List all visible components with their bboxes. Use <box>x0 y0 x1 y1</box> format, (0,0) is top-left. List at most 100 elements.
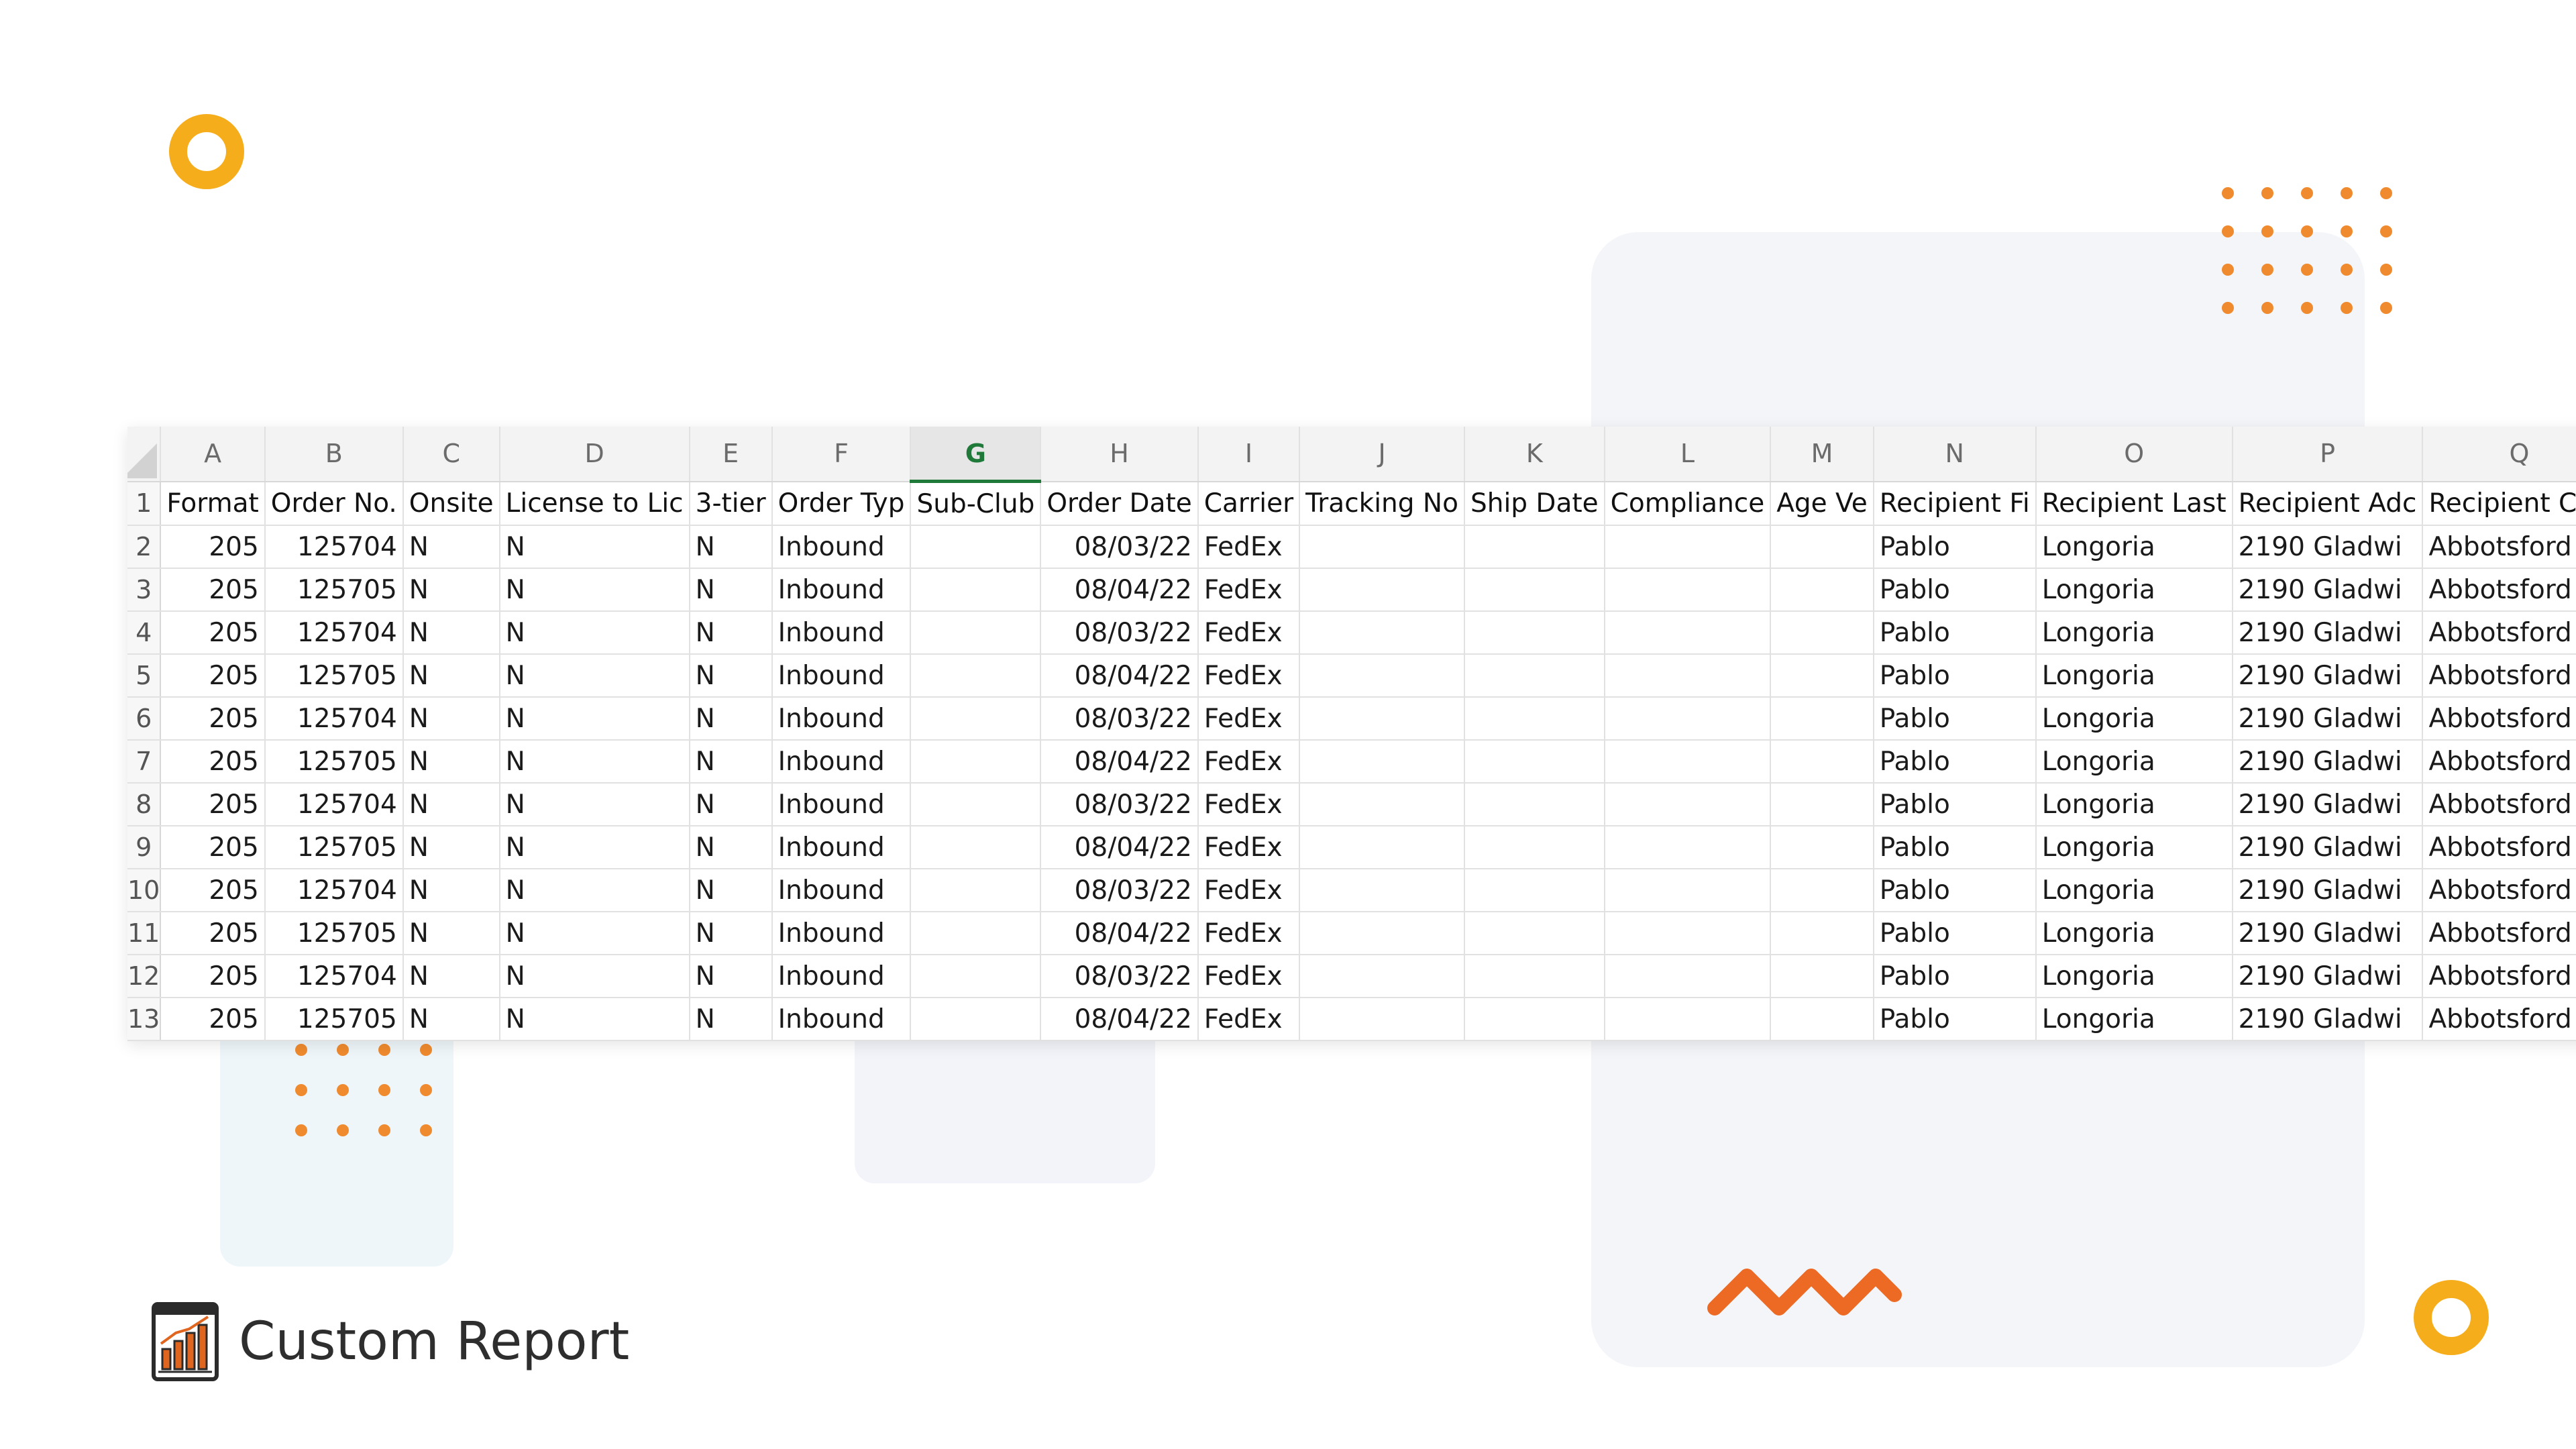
cell-a[interactable]: 205 <box>160 611 266 655</box>
cell-o[interactable]: Longoria <box>2035 783 2233 826</box>
cell-k[interactable] <box>1464 697 1605 741</box>
cell-c[interactable]: N <box>402 697 500 741</box>
cell-d[interactable]: N <box>499 955 690 998</box>
header-cell-f[interactable]: Order Typ <box>771 481 912 526</box>
cell-i[interactable]: FedEx <box>1197 568 1301 612</box>
column-header-a[interactable]: A <box>160 427 266 482</box>
column-header-m[interactable]: M <box>1770 427 1874 482</box>
cell-k[interactable] <box>1464 912 1605 955</box>
cell-n[interactable]: Pablo <box>1873 654 2037 698</box>
cell-h[interactable]: 08/03/22 <box>1040 783 1199 826</box>
cell-a[interactable]: 205 <box>160 654 266 698</box>
column-header-d[interactable]: D <box>499 427 690 482</box>
cell-o[interactable]: Longoria <box>2035 568 2233 612</box>
cell-e[interactable]: N <box>689 654 773 698</box>
cell-i[interactable]: FedEx <box>1197 869 1301 912</box>
cell-l[interactable] <box>1604 611 1772 655</box>
cell-e[interactable]: N <box>689 912 773 955</box>
cell-e[interactable]: N <box>689 525 773 569</box>
cell-a[interactable]: 205 <box>160 740 266 784</box>
row-number[interactable]: 5 <box>127 654 162 698</box>
cell-a[interactable]: 205 <box>160 525 266 569</box>
cell-o[interactable]: Longoria <box>2035 955 2233 998</box>
cell-q[interactable]: Abbotsford <box>2422 568 2576 612</box>
cell-l[interactable] <box>1604 525 1772 569</box>
cell-b[interactable]: 125705 <box>264 568 404 612</box>
cell-i[interactable]: FedEx <box>1197 826 1301 869</box>
cell-d[interactable]: N <box>499 654 690 698</box>
cell-h[interactable]: 08/04/22 <box>1040 998 1199 1041</box>
cell-g[interactable] <box>910 697 1042 741</box>
cell-l[interactable] <box>1604 783 1772 826</box>
cell-n[interactable]: Pablo <box>1873 869 2037 912</box>
cell-l[interactable] <box>1604 869 1772 912</box>
cell-b[interactable]: 125705 <box>264 826 404 869</box>
row-number[interactable]: 4 <box>127 611 162 655</box>
cell-o[interactable]: Longoria <box>2035 826 2233 869</box>
header-cell-h[interactable]: Order Date <box>1040 481 1199 526</box>
cell-q[interactable]: Abbotsford <box>2422 826 2576 869</box>
cell-p[interactable]: 2190 Gladwi <box>2232 740 2424 784</box>
cell-i[interactable]: FedEx <box>1197 525 1301 569</box>
cell-f[interactable]: Inbound <box>771 568 912 612</box>
cell-n[interactable]: Pablo <box>1873 697 2037 741</box>
cell-d[interactable]: N <box>499 611 690 655</box>
cell-c[interactable]: N <box>402 740 500 784</box>
cell-i[interactable]: FedEx <box>1197 740 1301 784</box>
header-cell-a[interactable]: Format <box>160 481 266 526</box>
cell-b[interactable]: 125704 <box>264 955 404 998</box>
cell-j[interactable] <box>1299 869 1465 912</box>
cell-j[interactable] <box>1299 654 1465 698</box>
cell-p[interactable]: 2190 Gladwi <box>2232 568 2424 612</box>
cell-e[interactable]: N <box>689 568 773 612</box>
cell-l[interactable] <box>1604 912 1772 955</box>
cell-q[interactable]: Abbotsford <box>2422 955 2576 998</box>
cell-p[interactable]: 2190 Gladwi <box>2232 611 2424 655</box>
cell-i[interactable]: FedEx <box>1197 697 1301 741</box>
cell-f[interactable]: Inbound <box>771 869 912 912</box>
cell-p[interactable]: 2190 Gladwi <box>2232 697 2424 741</box>
cell-p[interactable]: 2190 Gladwi <box>2232 869 2424 912</box>
cell-p[interactable]: 2190 Gladwi <box>2232 955 2424 998</box>
cell-q[interactable]: Abbotsford <box>2422 611 2576 655</box>
cell-c[interactable]: N <box>402 783 500 826</box>
cell-b[interactable]: 125704 <box>264 697 404 741</box>
cell-n[interactable]: Pablo <box>1873 568 2037 612</box>
cell-a[interactable]: 205 <box>160 998 266 1041</box>
cell-e[interactable]: N <box>689 955 773 998</box>
cell-h[interactable]: 08/04/22 <box>1040 568 1199 612</box>
cell-i[interactable]: FedEx <box>1197 654 1301 698</box>
cell-j[interactable] <box>1299 826 1465 869</box>
cell-j[interactable] <box>1299 525 1465 569</box>
column-header-c[interactable]: C <box>402 427 500 482</box>
cell-o[interactable]: Longoria <box>2035 998 2233 1041</box>
cell-c[interactable]: N <box>402 912 500 955</box>
header-cell-q[interactable]: Recipient City <box>2422 481 2576 526</box>
cell-f[interactable]: Inbound <box>771 998 912 1041</box>
cell-c[interactable]: N <box>402 998 500 1041</box>
cell-b[interactable]: 125704 <box>264 783 404 826</box>
cell-d[interactable]: N <box>499 697 690 741</box>
cell-f[interactable]: Inbound <box>771 912 912 955</box>
cell-c[interactable]: N <box>402 611 500 655</box>
cell-f[interactable]: Inbound <box>771 740 912 784</box>
cell-f[interactable]: Inbound <box>771 783 912 826</box>
cell-e[interactable]: N <box>689 697 773 741</box>
cell-h[interactable]: 08/03/22 <box>1040 869 1199 912</box>
cell-e[interactable]: N <box>689 740 773 784</box>
header-cell-k[interactable]: Ship Date <box>1464 481 1605 526</box>
cell-j[interactable] <box>1299 998 1465 1041</box>
cell-h[interactable]: 08/04/22 <box>1040 826 1199 869</box>
column-header-b[interactable]: B <box>264 427 404 482</box>
cell-g[interactable] <box>910 654 1042 698</box>
cell-e[interactable]: N <box>689 869 773 912</box>
cell-f[interactable]: Inbound <box>771 955 912 998</box>
cell-b[interactable]: 125705 <box>264 654 404 698</box>
cell-q[interactable]: Abbotsford <box>2422 740 2576 784</box>
cell-i[interactable]: FedEx <box>1197 783 1301 826</box>
cell-b[interactable]: 125704 <box>264 525 404 569</box>
cell-h[interactable]: 08/04/22 <box>1040 740 1199 784</box>
cell-o[interactable]: Longoria <box>2035 654 2233 698</box>
cell-m[interactable] <box>1770 826 1874 869</box>
cell-h[interactable]: 08/03/22 <box>1040 525 1199 569</box>
